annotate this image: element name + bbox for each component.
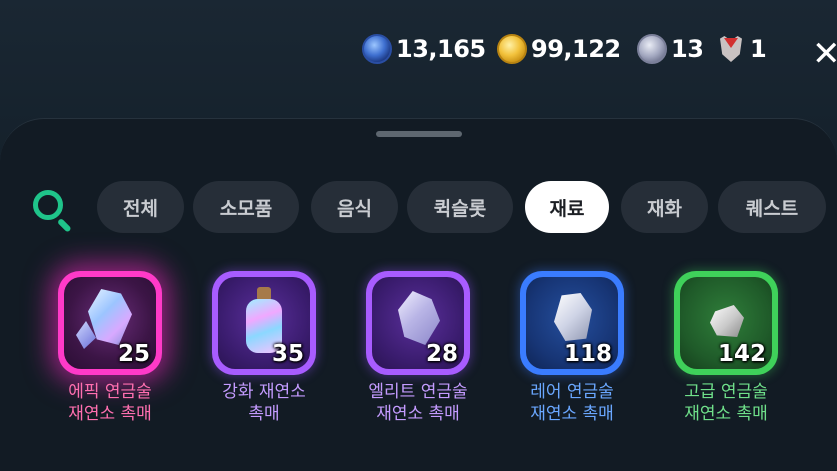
blue-orb-icon bbox=[362, 34, 392, 64]
drag-handle[interactable] bbox=[376, 131, 462, 137]
close-icon[interactable]: ✕ bbox=[812, 34, 837, 74]
item-slot[interactable]: 35 강화 재연소 촉매 bbox=[212, 271, 316, 424]
item-slot[interactable]: 118 레어 연금술 재연소 촉매 bbox=[520, 271, 624, 424]
search-icon[interactable] bbox=[30, 187, 74, 233]
item-frame[interactable]: 118 bbox=[520, 271, 624, 375]
currency-value: 99,122 bbox=[531, 35, 621, 63]
currency-value: 1 bbox=[750, 35, 767, 63]
item-name: 에픽 연금술 재연소 촉매 bbox=[68, 382, 152, 424]
currency-gold-coin: 99,122 bbox=[497, 34, 621, 64]
inventory-panel: 전체 소모품 음식 퀵슬롯 재료 재화 퀘스트 25 에픽 연금술 재연소 촉매 … bbox=[0, 118, 837, 471]
item-name: 강화 재연소 촉매 bbox=[222, 382, 306, 424]
item-quantity: 35 bbox=[271, 341, 304, 367]
currency-value: 13,165 bbox=[396, 35, 486, 63]
item-slot[interactable]: 25 에픽 연금술 재연소 촉매 bbox=[58, 271, 162, 424]
tab-consumables[interactable]: 소모품 bbox=[193, 181, 299, 233]
item-frame[interactable]: 142 bbox=[674, 271, 778, 375]
demon-mask-icon bbox=[716, 34, 746, 64]
tab-quest[interactable]: 퀘스트 bbox=[718, 181, 826, 233]
tab-materials[interactable]: 재료 bbox=[525, 181, 609, 233]
item-frame[interactable]: 25 bbox=[58, 271, 162, 375]
item-quantity: 118 bbox=[563, 341, 612, 367]
gold-coin-icon bbox=[497, 34, 527, 64]
item-name: 엘리트 연금술 재연소 촉매 bbox=[368, 382, 468, 424]
item-quantity: 25 bbox=[117, 341, 150, 367]
tab-all[interactable]: 전체 bbox=[97, 181, 184, 233]
currency-blue-orb: 13,165 bbox=[362, 34, 486, 64]
currency-value: 13 bbox=[671, 35, 704, 63]
item-frame[interactable]: 35 bbox=[212, 271, 316, 375]
tab-food[interactable]: 음식 bbox=[311, 181, 398, 233]
item-quantity: 28 bbox=[425, 341, 458, 367]
currency-bar: 13,165 99,122 13 1 bbox=[0, 30, 837, 76]
item-name: 레어 연금술 재연소 촉매 bbox=[530, 382, 614, 424]
currency-demon-mask: 1 bbox=[716, 34, 767, 64]
category-tabs: 전체 소모품 음식 퀵슬롯 재료 재화 퀘스트 bbox=[97, 181, 837, 233]
silver-coin-icon bbox=[637, 34, 667, 64]
tab-currency[interactable]: 재화 bbox=[621, 181, 708, 233]
tab-quickslot[interactable]: 퀵슬롯 bbox=[407, 181, 513, 233]
item-slot[interactable]: 142 고급 연금술 재연소 촉매 bbox=[674, 271, 778, 424]
item-name: 고급 연금술 재연소 촉매 bbox=[684, 382, 768, 424]
currency-silver-coin: 13 bbox=[637, 34, 704, 64]
item-slot[interactable]: 28 엘리트 연금술 재연소 촉매 bbox=[366, 271, 470, 424]
item-frame[interactable]: 28 bbox=[366, 271, 470, 375]
item-quantity: 142 bbox=[717, 341, 766, 367]
